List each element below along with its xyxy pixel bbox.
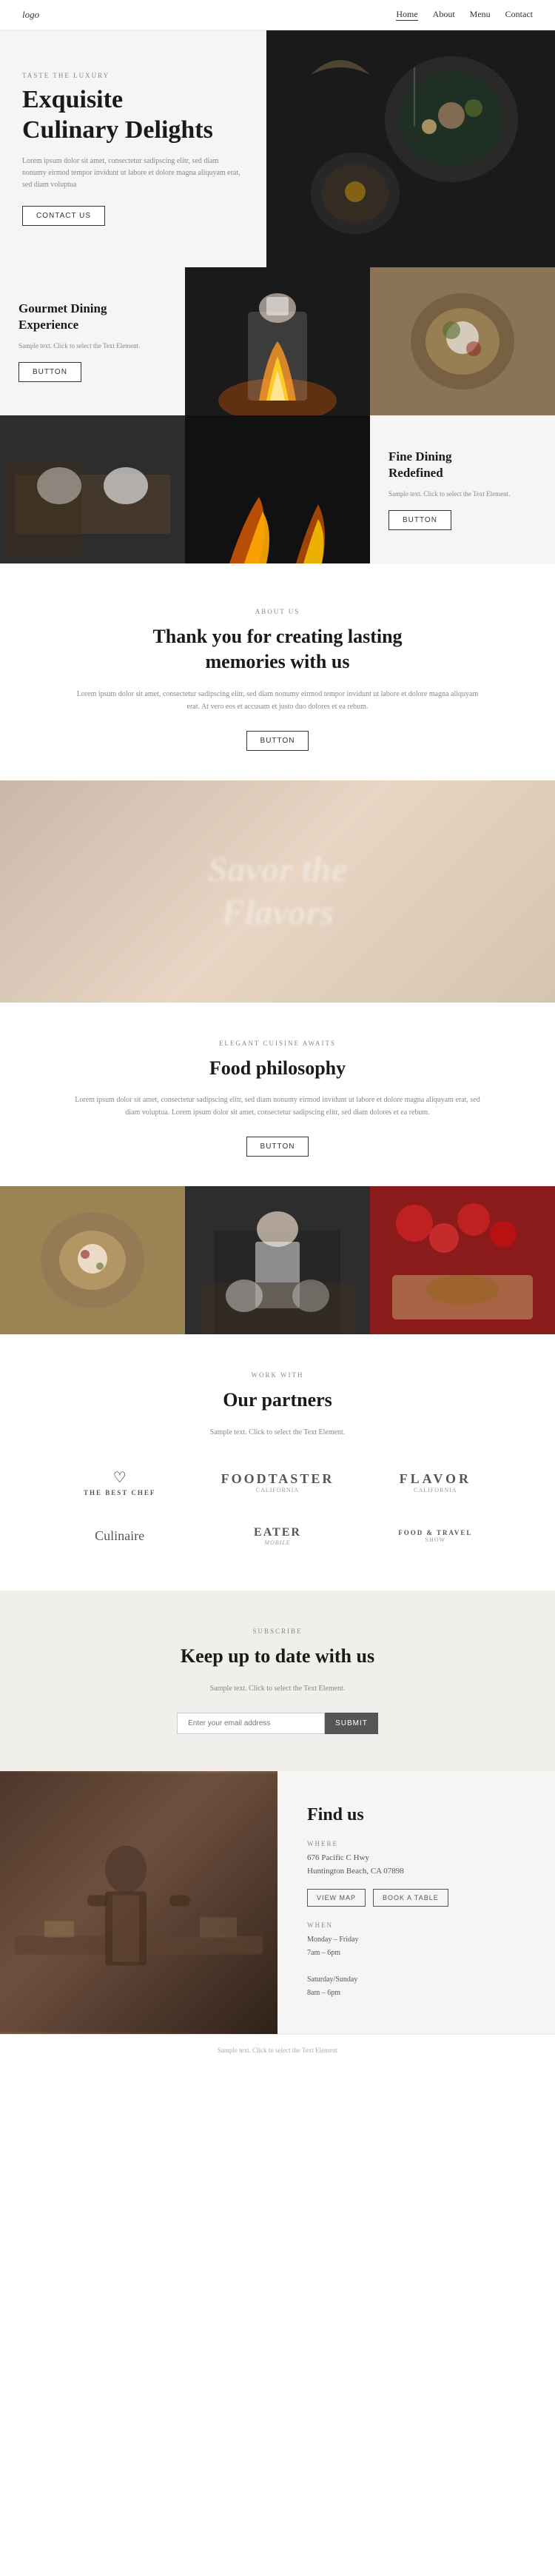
- submit-button[interactable]: SUBMIT: [325, 1713, 378, 1734]
- philosophy-btn[interactable]: BUTTON: [246, 1137, 309, 1157]
- partner-label-3: Culinaire: [95, 1528, 144, 1544]
- footer-text: Sample text. Click to select the Text El…: [12, 2047, 543, 2054]
- hero-section: TASTE THE LUXURY ExquisiteCulinary Delig…: [0, 30, 555, 267]
- partners-label: WORK WITH: [44, 1371, 511, 1379]
- fine-title: Fine DiningRedefined: [388, 449, 536, 481]
- fine-desc: Sample text. Click to select the Text El…: [388, 489, 536, 499]
- find-us-address: 676 Pacific C HwyHuntington Beach, CA 07…: [307, 1852, 525, 1878]
- partners-section: WORK WITH Our partners Sample text. Clic…: [0, 1334, 555, 1590]
- nav-contact[interactable]: Contact: [505, 9, 533, 21]
- nav-about[interactable]: About: [433, 9, 455, 21]
- about-desc: Lorem ipsum dolor sit amet, consectetur …: [74, 688, 481, 713]
- footer: Sample text. Click to select the Text El…: [0, 2034, 555, 2066]
- about-label: ABOUT US: [74, 608, 481, 615]
- fire-cooking-image: [185, 415, 370, 563]
- chef-icon: ♡: [113, 1468, 127, 1487]
- subscribe-label: SUBSCRIBE: [74, 1627, 481, 1635]
- partner-flavor: FLAVOR CALIFORNIA: [360, 1464, 511, 1501]
- subscribe-form: SUBMIT: [74, 1713, 481, 1734]
- partner-label-1: FOODTASTER: [221, 1471, 334, 1487]
- fine-dining-text-cell: Fine DiningRedefined Sample text. Click …: [370, 415, 555, 563]
- subscribe-title: Keep up to date with us: [74, 1644, 481, 1669]
- partner-eater: EATER Mobile: [202, 1519, 352, 1553]
- subscribe-desc: Sample text. Click to select the Text El…: [74, 1682, 481, 1695]
- hero-cta-button[interactable]: CONTACT US: [22, 206, 105, 226]
- gourmet-title: Gourmet DiningExperience: [18, 301, 166, 333]
- about-section: ABOUT US Thank you for creating lastingm…: [0, 563, 555, 780]
- find-us-image: [0, 1771, 278, 2034]
- chef-fire-image: [185, 267, 370, 415]
- logo: logo: [22, 9, 39, 21]
- find-us-title: Find us: [307, 1805, 525, 1825]
- navbar: logo Home About Menu Contact: [0, 0, 555, 30]
- gallery3-chef: [185, 1186, 370, 1334]
- partner-label-0: THE BEST CHEF: [84, 1489, 155, 1496]
- partner-sub-2: CALIFORNIA: [414, 1487, 457, 1493]
- email-input[interactable]: [177, 1713, 325, 1734]
- hero-image: [266, 30, 555, 267]
- hero-desc: Lorem ipsum dolor sit amet, consectetur …: [22, 155, 244, 191]
- find-us-buttons: VIEW MAP BOOK A TABLE: [307, 1889, 525, 1907]
- find-us-hours: Monday – Friday 7am – 6pm Saturday/Sunda…: [307, 1933, 525, 2000]
- nav-home[interactable]: Home: [396, 9, 417, 21]
- gourmet-btn[interactable]: BUTTON: [18, 362, 81, 382]
- view-map-button[interactable]: VIEW MAP: [307, 1889, 366, 1907]
- partner-label-2: FLAVOR: [400, 1471, 471, 1487]
- gourmet-food-image: [370, 267, 555, 415]
- hero-tagline: TASTE THE LUXURY: [22, 72, 244, 79]
- gallery3-food1: [0, 1186, 185, 1334]
- partner-best-chef: ♡ THE BEST CHEF: [44, 1461, 195, 1504]
- find-us-info: Find us WHERE 676 Pacific C HwyHuntingto…: [278, 1771, 555, 2034]
- philosophy-title: Food philosophy: [74, 1056, 481, 1081]
- hero-text: TASTE THE LUXURY ExquisiteCulinary Delig…: [0, 30, 266, 267]
- partners-title: Our partners: [44, 1388, 511, 1413]
- dining-table-image: [0, 415, 185, 563]
- blur-section: Savor the Flavors: [0, 780, 555, 1003]
- nav-menu[interactable]: Menu: [470, 9, 491, 21]
- blur-text: Savor the Flavors: [208, 849, 347, 934]
- partner-food-travel: FOOD & TRAVEL SHOW: [360, 1522, 511, 1550]
- partner-foodtaster: FOODTASTER CALIFORNIA: [202, 1464, 352, 1501]
- partner-sub-4: Mobile: [264, 1539, 290, 1546]
- find-us-section: Find us WHERE 676 Pacific C HwyHuntingto…: [0, 1771, 555, 2034]
- gourmet-desc: Sample text. Click to select the Text El…: [18, 341, 166, 351]
- partners-grid: ♡ THE BEST CHEF FOODTASTER CALIFORNIA FL…: [44, 1461, 511, 1553]
- book-table-button[interactable]: BOOK A TABLE: [373, 1889, 448, 1907]
- partner-label-5: FOOD & TRAVEL: [398, 1529, 472, 1536]
- gallery3-food2: [370, 1186, 555, 1334]
- partner-sub-5: SHOW: [426, 1536, 446, 1543]
- philosophy-desc: Lorem ipsum dolor sit amet, consectetur …: [74, 1094, 481, 1119]
- gallery-section-1: Gourmet DiningExperience Sample text. Cl…: [0, 267, 555, 563]
- subscribe-section: SUBSCRIBE Keep up to date with us Sample…: [0, 1590, 555, 1771]
- fine-btn[interactable]: BUTTON: [388, 510, 451, 530]
- partner-sub-1: CALIFORNIA: [256, 1487, 299, 1493]
- hero-food-image: [266, 30, 555, 267]
- philosophy-label: ELEGANT CUISINE AWAITS: [74, 1040, 481, 1047]
- about-btn[interactable]: BUTTON: [246, 731, 309, 751]
- partner-culinaire: Culinaire: [44, 1521, 195, 1551]
- gourmet-text-cell: Gourmet DiningExperience Sample text. Cl…: [0, 267, 185, 415]
- gallery-3: [0, 1186, 555, 1334]
- nav-links: Home About Menu Contact: [396, 9, 533, 21]
- partners-desc: Sample text. Click to select the Text El…: [44, 1426, 511, 1439]
- where-label: WHERE: [307, 1840, 525, 1847]
- about-title: Thank you for creating lastingmemories w…: [74, 624, 481, 675]
- hero-title: ExquisiteCulinary Delights: [22, 85, 244, 146]
- philosophy-section: ELEGANT CUISINE AWAITS Food philosophy L…: [0, 1003, 555, 1187]
- when-label: WHEN: [307, 1921, 525, 1929]
- partner-label-4: EATER: [254, 1526, 301, 1539]
